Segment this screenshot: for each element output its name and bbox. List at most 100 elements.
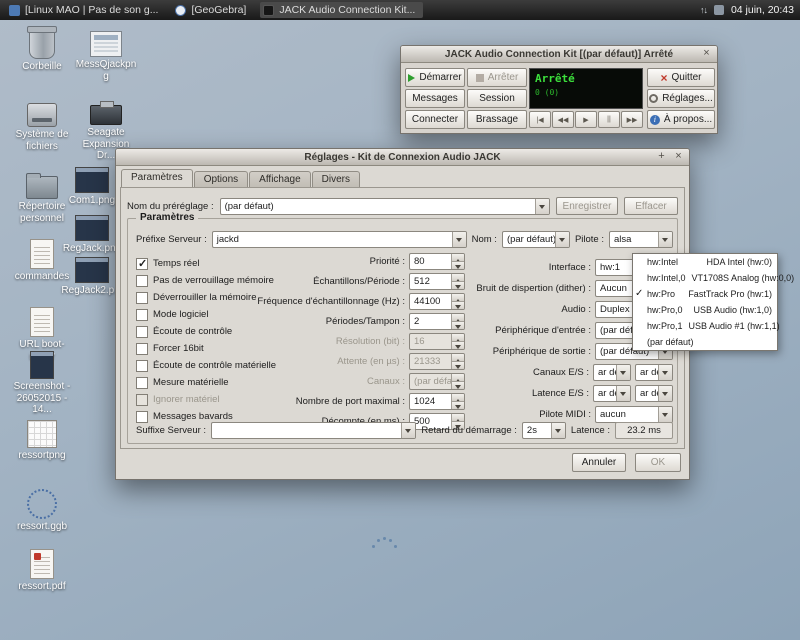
checkbox-box (136, 292, 148, 304)
chevron-down-icon[interactable] (551, 423, 565, 438)
connect-button[interactable]: Connecter (405, 110, 465, 129)
desktop-icon-messqjack[interactable]: MessQjackpng (74, 27, 138, 82)
qjackctl-titlebar[interactable]: JACK Audio Connection Kit [(par défaut)]… (401, 46, 717, 63)
maximize-icon[interactable]: + (655, 150, 668, 163)
in-latency-combo[interactable]: ar défaut (593, 385, 631, 402)
device-desc: VT1708S Analog (hw:0,0) (686, 273, 795, 283)
desktop-icon-screenshot[interactable]: Screenshot - 26052015 - 14... (10, 347, 74, 416)
combo-label: Périphérique de sortie : (415, 346, 591, 357)
chevron-down-icon[interactable] (616, 365, 630, 380)
footer-row: Suffixe Serveur : Retard du démarrage : … (136, 422, 673, 439)
quit-button-label: Quitter (672, 72, 702, 83)
desktop-icon-commandes[interactable]: commandes (10, 237, 74, 283)
dropdown-item-hw-pro[interactable]: hw:Pro FastTrack Pro (hw:1) (633, 286, 777, 302)
desktop-icon-ressort-ggb[interactable]: ressort.ggb (10, 487, 74, 533)
dropdown-item-hw-intel-0[interactable]: hw:Intel,0 VT1708S Analog (hw:0,0) (633, 270, 777, 286)
clock[interactable]: 04 juin, 20:43 (731, 4, 794, 16)
chevron-down-icon[interactable] (616, 386, 630, 401)
cancel-button[interactable]: Annuler (572, 453, 626, 472)
server-suffix-combo[interactable] (211, 422, 416, 439)
start-button[interactable]: Démarrer (405, 68, 465, 87)
quit-icon: × (660, 73, 667, 83)
desktop-icon-filesystem[interactable]: Système de fichiers (10, 97, 74, 152)
ok-button[interactable]: OK (635, 453, 681, 472)
out-channels-combo[interactable]: ar défaut (635, 364, 673, 381)
combo-label: Pilote MIDI : (415, 409, 591, 420)
icon-label: ressort.ggb (17, 521, 67, 533)
desktop-icon-corbeille[interactable]: Corbeille (10, 27, 74, 73)
checkbox-label: Forcer 16bit (153, 343, 204, 354)
setup-button-label: Réglages... (662, 93, 713, 104)
network-icon[interactable]: ↑↓ (700, 5, 707, 15)
setup-button[interactable]: Réglages... (647, 89, 715, 108)
preset-combo[interactable]: (par défaut) (220, 198, 550, 215)
chevron-down-icon[interactable] (401, 423, 415, 438)
chevron-down-icon[interactable] (535, 199, 549, 214)
combo-label: Canaux E/S : (415, 367, 589, 378)
dropdown-item-hw-pro-1[interactable]: hw:Pro,1 USB Audio #1 (hw:1,1) (633, 318, 777, 334)
server-name-combo[interactable]: (par défaut) (502, 231, 570, 248)
spin-label: Fréquence d'échantillonnage (Hz) : (208, 296, 405, 307)
tab-affichage[interactable]: Affichage (249, 171, 311, 188)
midi-driver-combo[interactable]: aucun (595, 406, 673, 423)
stop-button[interactable]: Arrêter (467, 68, 527, 87)
latency-value: 23.2 ms (615, 422, 673, 439)
driver-combo[interactable]: alsa (609, 231, 673, 248)
quit-button[interactable]: × Quitter (647, 68, 715, 87)
icon-label: MessQjackpng (74, 59, 138, 82)
rewind-button[interactable]: ◀◀ (552, 111, 574, 128)
settings-titlebar[interactable]: Réglages - Kit de Connexion Audio JACK +… (116, 149, 689, 166)
stop-icon (476, 74, 484, 82)
session-button[interactable]: Session (467, 89, 527, 108)
combo-label: Latence E/S : (415, 388, 589, 399)
chevron-down-icon[interactable] (658, 232, 672, 247)
messages-button-label: Messages (412, 93, 458, 104)
patchbay-button[interactable]: Brassage (467, 110, 527, 129)
icon-label: RegJack2.p... (61, 285, 122, 297)
spin-label: Attente (en µs) : (208, 356, 405, 367)
skip-back-button[interactable]: |◀ (529, 111, 551, 128)
delete-preset-button[interactable]: Effacer (624, 197, 678, 215)
combo-value: Duplex (600, 304, 630, 315)
save-preset-button[interactable]: Enregistrer (556, 197, 618, 215)
preset-row: Nom du préréglage : (par défaut) Enregis… (127, 197, 678, 215)
dropdown-item-hw-pro-0[interactable]: hw:Pro,0 USB Audio (hw:1,0) (633, 302, 777, 318)
desktop-icon-ressort-png[interactable]: ressortpng (10, 417, 74, 462)
messages-button[interactable]: Messages (405, 89, 465, 108)
systray-icon[interactable] (714, 5, 724, 15)
section-title: Paramètres (136, 212, 198, 223)
transport-play-button[interactable]: ▶ (575, 111, 597, 128)
about-button[interactable]: i À propos... (647, 110, 715, 129)
driver-value: alsa (614, 234, 631, 245)
dropdown-item-default[interactable]: (par défaut) (633, 334, 777, 350)
startup-delay-combo[interactable]: 2s (522, 422, 566, 439)
desktop-icon-ressort-pdf[interactable]: ressort.pdf (10, 547, 74, 593)
server-prefix-value: jackd (217, 234, 239, 245)
device-desc: HDA Intel (hw:0) (700, 257, 772, 267)
forward-button[interactable]: ▶▶ (621, 111, 643, 128)
chevron-down-icon[interactable] (452, 232, 466, 247)
checkbox-label: Temps réel (153, 258, 199, 269)
tab-divers[interactable]: Divers (312, 171, 360, 188)
out-latency-combo[interactable]: ar défaut (635, 385, 673, 402)
close-icon[interactable]: × (700, 47, 713, 60)
chevron-down-icon[interactable] (658, 386, 672, 401)
dropdown-item-hw-intel[interactable]: hw:Intel HDA Intel (hw:0) (633, 254, 777, 270)
chevron-down-icon[interactable] (658, 407, 672, 422)
chevron-down-icon[interactable] (555, 232, 569, 247)
in-channels-combo[interactable]: ar défaut (593, 364, 631, 381)
server-prefix-combo[interactable]: jackd (212, 231, 467, 248)
taskbar-item-jack[interactable]: JACK Audio Connection Kit... (260, 2, 423, 18)
geogebra-file-icon (27, 489, 57, 519)
taskbar-item-geogebra[interactable]: [GeoGebra] (172, 2, 254, 18)
tab-options[interactable]: Options (194, 171, 248, 188)
text-file-icon (30, 239, 54, 269)
taskbar-item-linuxmao[interactable]: [Linux MAO | Pas de son g... (6, 2, 166, 18)
pause-button[interactable]: || (598, 111, 620, 128)
chevron-down-icon[interactable] (658, 365, 672, 380)
jack-window-icon (263, 5, 274, 16)
screenshot-thumbnail-icon (75, 257, 109, 283)
folder-icon (26, 176, 58, 199)
close-icon[interactable]: × (672, 150, 685, 163)
tab-parametres[interactable]: Paramètres (121, 169, 193, 188)
